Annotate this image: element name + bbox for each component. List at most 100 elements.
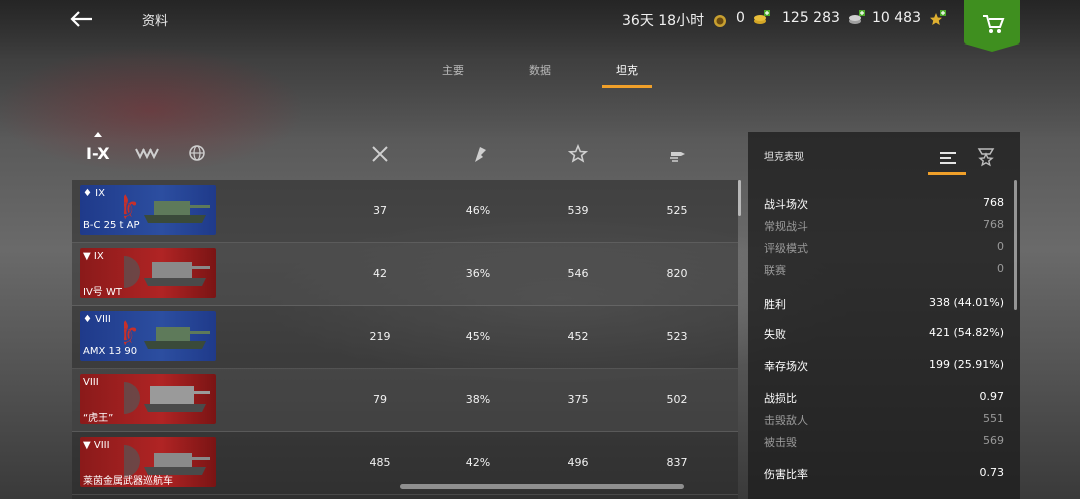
medal-icon: [977, 148, 995, 167]
stat-value: 338 (44.01%): [928, 296, 1004, 309]
exp-cell: 452: [567, 330, 589, 343]
filter-row: I-X: [72, 130, 740, 176]
stat-value: 0: [997, 240, 1004, 253]
tank-name: IV号 WT: [83, 287, 122, 298]
cart-icon: [983, 15, 1005, 33]
winrate-cell: 42%: [465, 456, 491, 469]
battles-cell: 219: [369, 330, 391, 343]
table-row[interactable]: ▼ IX IV号 WT 42 36% 546 820: [72, 243, 738, 306]
star-experience-icon[interactable]: [568, 144, 588, 164]
gold-balance[interactable]: 0: [736, 10, 771, 26]
stat-label: 击毁敌人: [764, 414, 808, 427]
table-vertical-scrollbar[interactable]: [738, 180, 741, 216]
damage-cell: 523: [666, 330, 688, 343]
tank-tier: ▼ VIII: [83, 440, 110, 451]
winrate-cell: 46%: [465, 204, 491, 217]
credits-balance[interactable]: 125 283: [782, 10, 866, 26]
active-tab-indicator: [602, 85, 652, 88]
tank-tier: ♦ VIII: [83, 314, 111, 325]
free-xp-balance[interactable]: 10 483: [872, 10, 947, 26]
star-xp-icon: [930, 10, 947, 25]
arrow-left-icon: [70, 11, 92, 27]
table-row[interactable]: VIII “虎王” 79 38% 375 502: [72, 369, 738, 432]
tank-class-filter-icon[interactable]: [134, 144, 160, 162]
table-row[interactable]: ⚜ ♦ IX B-C 25 t AP 37 46% 539 525: [72, 180, 738, 243]
stat-value: 569: [983, 434, 1004, 447]
winrate-cell: 45%: [465, 330, 491, 343]
premium-time[interactable]: 36天 18小时: [622, 10, 727, 30]
damage-cell: 525: [666, 204, 688, 217]
panel-title: 坦克表现: [764, 152, 804, 163]
premium-time-value: 36天 18小时: [622, 13, 705, 29]
premium-icon: [713, 15, 726, 27]
nation-filter-globe-icon[interactable]: [188, 144, 206, 162]
horizontal-scrollbar[interactable]: [400, 484, 684, 489]
tank-image: [124, 256, 210, 288]
tank-card: VIII “虎王”: [80, 374, 216, 424]
stat-label: 战斗场次: [764, 198, 808, 211]
tank-tier: ♦ IX: [83, 188, 105, 199]
stat-label: 幸存场次: [764, 360, 808, 373]
tank-image: [124, 382, 210, 414]
credits-value: 125 283: [782, 10, 840, 26]
tank-image: ⚜: [124, 314, 210, 353]
tank-table: ⚜ ♦ IX B-C 25 t AP 37 46% 539 525 ▼ IX I…: [72, 180, 738, 499]
battles-cell: 42: [373, 267, 387, 280]
tab-tanks[interactable]: 坦克: [616, 62, 638, 78]
tank-name: 莱茵金属武器巡航车: [83, 476, 173, 487]
sort-caret-icon: [94, 132, 102, 137]
tank-card: ⚜ ♦ VIII AMX 13 90: [80, 311, 216, 361]
victory-flag-icon[interactable]: [470, 144, 490, 164]
exp-cell: 546: [567, 267, 589, 280]
shop-button[interactable]: [964, 0, 1020, 52]
crossed-swords-battles-icon[interactable]: [370, 144, 390, 164]
damage-cell: 820: [666, 267, 688, 280]
stat-value: 0.97: [979, 390, 1005, 403]
stat-label: 胜利: [764, 298, 786, 311]
stat-label: 失败: [764, 328, 786, 341]
winrate-cell: 36%: [465, 267, 491, 280]
damage-cell: 837: [666, 456, 688, 469]
winrate-cell: 38%: [465, 393, 491, 406]
stat-value: 199 (25.91%): [928, 358, 1004, 371]
tank-name: AMX 13 90: [83, 346, 138, 357]
stat-label: 伤害比率: [764, 468, 808, 481]
gold-value: 0: [736, 10, 745, 26]
stat-value: 421 (54.82%): [928, 326, 1004, 339]
tank-tier: VIII: [83, 377, 99, 388]
tank-card: ⚜ ♦ IX B-C 25 t AP: [80, 185, 216, 235]
page-title: 资料: [142, 14, 169, 29]
table-row[interactable]: ⚜ ♦ VIII AMX 13 90 219 45% 452 523: [72, 306, 738, 369]
exp-cell: 539: [567, 204, 589, 217]
bars-list-icon: [940, 152, 956, 164]
tab-data[interactable]: 数据: [529, 62, 551, 78]
credits-icon: [849, 10, 866, 24]
stat-value: 551: [983, 412, 1004, 425]
top-bar: 资料 36天 18小时 0 125 283 10 483: [0, 0, 1080, 52]
damage-shell-icon[interactable]: [668, 144, 688, 164]
panel-tab-stats[interactable]: [930, 144, 966, 170]
tier-filter[interactable]: I-X: [86, 144, 110, 163]
panel-scrollbar[interactable]: [1014, 180, 1017, 310]
tank-card: ▼ VIII 莱茵金属武器巡航车: [80, 437, 216, 487]
back-button[interactable]: [66, 6, 98, 32]
battles-cell: 79: [373, 393, 387, 406]
tab-main[interactable]: 主要: [442, 62, 464, 78]
stat-label: 被击毁: [764, 436, 797, 449]
panel-tab-achievements[interactable]: [968, 144, 1004, 170]
stat-label: 战损比: [764, 392, 797, 405]
battles-cell: 485: [369, 456, 391, 469]
tank-tier: ▼ IX: [83, 251, 104, 262]
stat-label: 常规战斗: [764, 220, 808, 233]
panel-active-tab-indicator: [928, 172, 966, 175]
exp-cell: 496: [567, 456, 589, 469]
free-xp-value: 10 483: [872, 10, 921, 26]
tank-name: “虎王”: [83, 413, 114, 424]
stat-value: 0: [997, 262, 1004, 275]
stat-label: 联赛: [764, 264, 786, 277]
stat-value: 768: [983, 218, 1004, 231]
stat-value: 0.73: [979, 466, 1005, 479]
tab-bar: 主要 数据 坦克: [0, 52, 1080, 92]
tank-performance-panel: 坦克表现 战斗场次 768 常规战斗 768 评级模式 0 联赛 0 胜利 33…: [748, 132, 1020, 499]
damage-cell: 502: [666, 393, 688, 406]
